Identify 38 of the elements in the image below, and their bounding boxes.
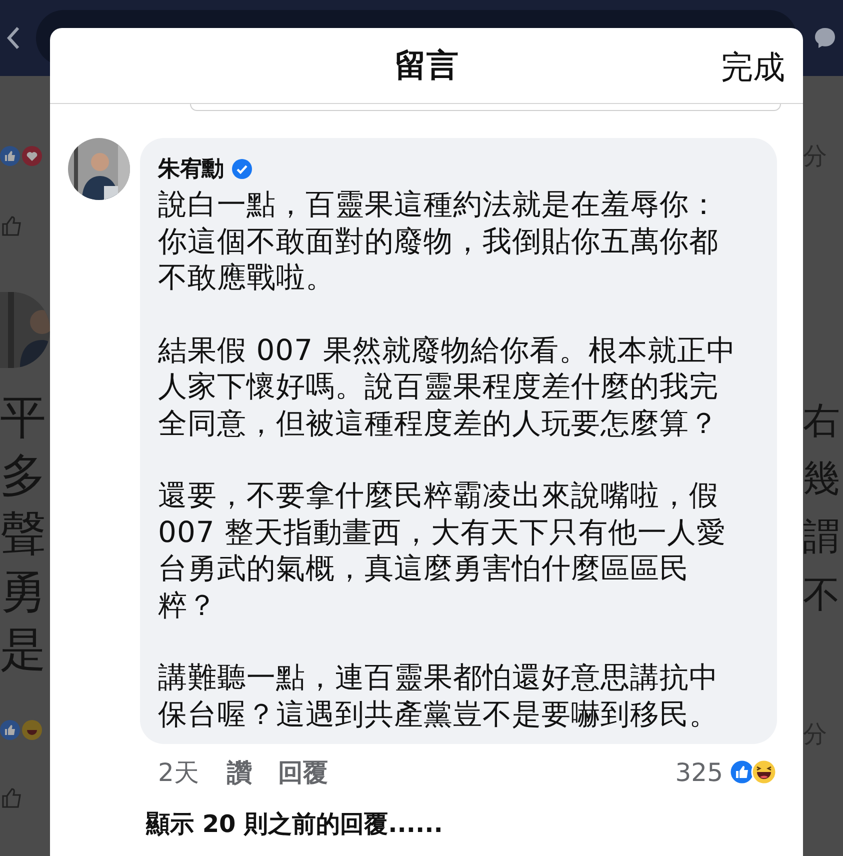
like-reaction-icon [0,720,20,740]
post-text-fragment: 勇 [0,563,46,620]
post-text-fragment: 平 [0,389,46,446]
like-link[interactable]: 讚 [226,756,252,788]
post-text-fragment: 聲 [0,505,46,562]
comment-text-line: 全同意，但被這種程度差的人玩要怎麼算？ [158,404,720,441]
chat-bubble-icon[interactable] [813,26,837,50]
heart-reaction-icon [22,146,42,166]
reaction-count[interactable]: 325 [675,758,723,786]
like-reaction-icon [0,146,20,166]
author-name[interactable]: 朱宥勳 [158,154,224,184]
post-text-fragment: 多 [0,447,46,504]
comment-text-line: 人家下懷好嗎。說百靈果程度差什麼的我完 [158,368,720,404]
thumbs-up-icon[interactable] [0,786,24,810]
reply-link[interactable]: 回覆 [278,756,328,788]
post-text-fragment: 不 [803,572,840,618]
comment-text-line: 007 整天指動畫西，大有天下只有他一人愛 [158,514,728,550]
comment-text-line: 你這個不敢面對的廢物，我倒貼你五萬你都 [158,222,720,259]
comment-text-line: 講難聽一點，連百靈果都怕還好意思講抗中 [158,659,720,696]
thumbs-up-icon[interactable] [0,214,24,238]
comment-text-line: 結果假 007 果然就廢物給你看。根本就正中 [158,332,737,368]
post-text-fragment: 右 [803,398,840,444]
done-button[interactable]: 完成 [721,46,785,90]
comment-text-line: 還要，不要拿什麼民粹霸凌出來說嘴啦，假 [158,477,720,514]
like-reaction-icon [729,759,755,785]
previous-replies-link[interactable]: 顯示 20 則之前的回覆...... [50,792,803,840]
back-icon[interactable] [6,26,20,50]
laugh-reaction-icon [22,720,42,740]
comment-text-line: 台勇武的氣概，真這麼勇害怕什麼區區民 [158,550,690,586]
post-text-fragment: 幾 [803,456,840,502]
dialog-title: 留言 [394,44,458,86]
comment-text-line: 說白一點，百靈果這種約法就是在羞辱你： [158,186,720,222]
comment-time: 2天 [158,756,199,788]
comment-text-line: 不敢應戰啦。 [158,259,336,296]
laugh-reaction-icon [751,759,777,785]
comment-text-line: 粹？ [158,586,218,623]
post-text-fragment: 謂 [803,514,840,560]
comment-text-line: 保台喔？這遇到共產黨豈不是要嚇到移民。 [158,696,720,732]
